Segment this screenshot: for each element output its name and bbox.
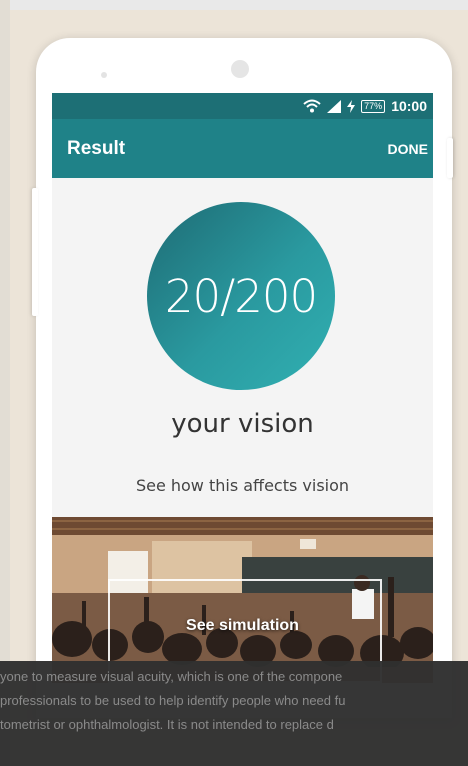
volume-button xyxy=(32,188,38,316)
classroom-photo[interactable]: See simulation xyxy=(52,517,433,683)
done-button[interactable]: DONE xyxy=(388,141,428,157)
charging-icon xyxy=(347,99,356,113)
description-overlay: yone to measure visual acuity, which is … xyxy=(0,661,468,766)
app-bar: Result DONE xyxy=(52,119,433,178)
status-time: 10:00 xyxy=(391,98,427,114)
see-simulation-button[interactable]: See simulation xyxy=(52,617,433,635)
battery-icon: 77% xyxy=(361,99,386,113)
frame-edge-left xyxy=(0,0,10,766)
score-circle: 20/200 xyxy=(147,202,335,390)
overlay-line-2: professionals to be used to help identif… xyxy=(0,693,346,708)
frame-edge-top xyxy=(0,0,468,10)
acuity-score: 20/200 xyxy=(164,269,318,323)
signal-icon xyxy=(327,99,342,113)
wifi-icon xyxy=(303,99,321,113)
overlay-line-1: yone to measure visual acuity, which is … xyxy=(0,669,343,684)
status-bar: 77% 10:00 xyxy=(52,93,433,119)
front-camera xyxy=(231,60,249,78)
page-title: Result xyxy=(67,137,126,159)
proximity-sensor xyxy=(101,72,107,78)
power-button xyxy=(447,138,453,178)
overlay-line-3: tometrist or ophthalmologist. It is not … xyxy=(0,717,334,732)
score-caption: your vision xyxy=(171,409,314,439)
phone-screen: 77% 10:00 Result DONE 20/200 your vision… xyxy=(52,93,433,683)
simulation-prompt: See how this affects vision xyxy=(135,476,350,495)
